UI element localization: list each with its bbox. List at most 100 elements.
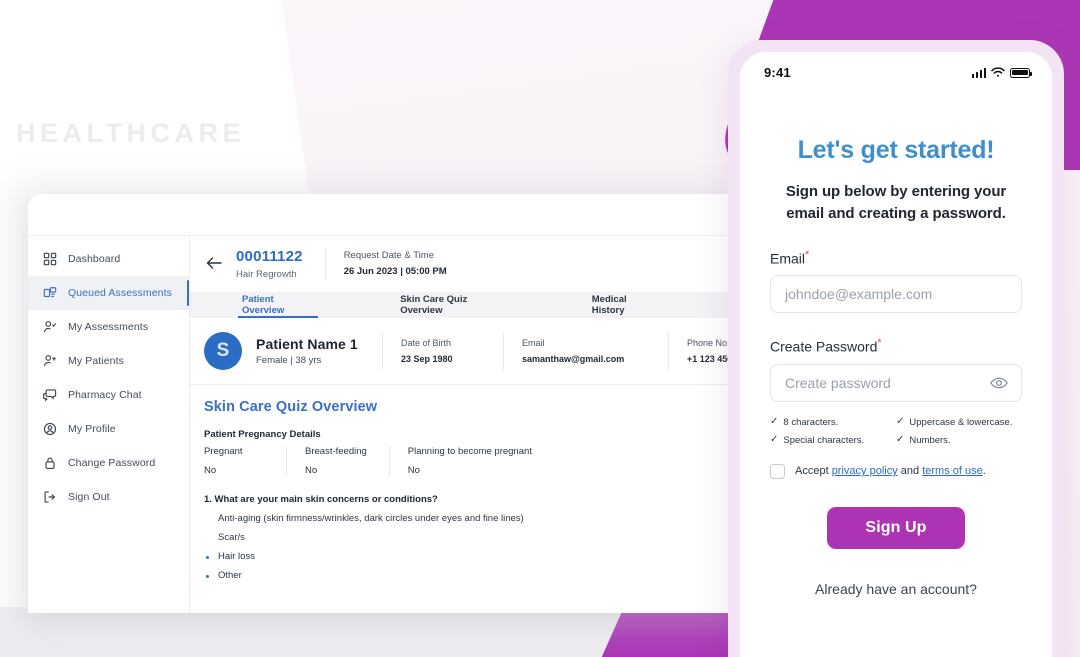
pregnancy-label: Breast-feeding	[305, 445, 367, 457]
sidebar-item-label: My Profile	[68, 423, 116, 435]
grid-icon	[42, 252, 57, 267]
quiz-answer: Other	[204, 570, 740, 581]
password-field[interactable]: Create password	[770, 363, 1022, 402]
accept-terms-row: Accept privacy policy and terms of use.	[770, 463, 1022, 479]
sidebar-item-label: My Assessments	[68, 321, 149, 333]
quiz-question-1: 1. What are your main skin concerns or c…	[204, 493, 438, 505]
tab-patient-overview[interactable]: Patient Overview	[238, 292, 319, 318]
tab-bar: Patient Overview Skin Care Quiz Overview…	[190, 291, 740, 318]
quiz-answer: Anti-aging (skin firmness/wrinkles, dark…	[218, 512, 524, 524]
pregnancy-cell-planning: Planning to become pregnant No	[388, 445, 554, 476]
avatar: S	[204, 331, 242, 370]
tab-skin-care-quiz-overview[interactable]: Skin Care Quiz Overview	[396, 292, 510, 318]
signup-title: Let's get started!	[797, 136, 995, 164]
request-date-label: Request Date & Time	[343, 250, 434, 262]
sidebar-item-change-password[interactable]: Change Password	[28, 446, 189, 480]
accept-suffix: .	[982, 465, 986, 478]
password-rule: ✓ Numbers.	[896, 435, 1022, 446]
patient-field-dob: Date of Birth 23 Sep 1980	[383, 338, 485, 364]
screenshot-root: HEALTHCARE Dashboard Queued Assessments …	[0, 0, 1080, 657]
pregnancy-value: No	[407, 464, 420, 476]
sign-out-icon	[42, 490, 57, 505]
arrow-left-icon[interactable]	[204, 253, 226, 275]
check-icon: ✓	[896, 416, 905, 428]
sidebar-item-my-patients[interactable]: My Patients	[28, 344, 189, 378]
check-icon: ✓	[896, 434, 905, 446]
password-rule: ✓ Special characters.	[770, 435, 896, 446]
check-icon: ✓	[770, 434, 779, 446]
signup-description: Sign up below by entering your email and…	[785, 183, 1007, 222]
main-panel: 00011122 Hair Regrowth Request Date & Ti…	[190, 236, 740, 613]
sidebar-item-my-assessments[interactable]: My Assessments	[28, 310, 189, 344]
sidebar-item-label: Change Password	[68, 457, 156, 469]
sidebar: Dashboard Queued Assessments My Assessme…	[28, 236, 190, 613]
request-treatment: Hair Regrowth	[236, 268, 297, 280]
field-value: samanthaw@gmail.com	[522, 353, 625, 364]
pregnancy-grid: Pregnant No Breast-feeding No Planning t…	[204, 445, 740, 476]
sidebar-item-label: Dashboard	[68, 253, 121, 265]
tab-medical-history[interactable]: Medical History	[588, 292, 662, 318]
sidebar-item-label: Queued Assessments	[68, 287, 172, 299]
password-label-text: Create Password	[770, 338, 878, 355]
patient-name: Patient Name 1	[256, 335, 358, 352]
sidebar-item-pharmacy-chat[interactable]: Pharmacy Chat	[28, 378, 189, 412]
sidebar-item-my-profile[interactable]: My Profile	[28, 412, 189, 446]
privacy-policy-link[interactable]: privacy policy	[832, 465, 898, 477]
quiz-title: Skin Care Quiz Overview	[204, 398, 378, 415]
sign-up-button[interactable]: Sign Up	[827, 506, 965, 549]
healthcare-watermark: HEALTHCARE	[16, 118, 245, 148]
already-have-account-text: Already have an account?	[815, 580, 977, 597]
signup-form: Let's get started! Sign up below by ente…	[740, 136, 1052, 597]
dashboard-topbar	[28, 194, 740, 236]
sidebar-item-label: My Patients	[68, 355, 124, 367]
required-mark: *	[805, 248, 810, 261]
sidebar-item-queued-assessments[interactable]: Queued Assessments	[28, 276, 189, 310]
accept-terms-text: Accept privacy policy and terms of use.	[795, 465, 986, 477]
rule-text: Uppercase & lowercase.	[909, 416, 1013, 428]
pregnancy-heading: Patient Pregnancy Details	[204, 428, 321, 440]
accept-prefix: Accept	[795, 465, 832, 478]
request-id: 00011122	[236, 248, 303, 265]
accept-middle: and	[897, 465, 923, 478]
pregnancy-value: No	[305, 464, 318, 476]
person-check-icon	[42, 320, 57, 335]
pregnancy-label: Planning to become pregnant	[407, 445, 532, 457]
header-divider	[324, 248, 326, 280]
email-label-text: Email	[770, 250, 806, 267]
request-header: 00011122 Hair Regrowth Request Date & Ti…	[190, 236, 740, 292]
terms-of-use-link[interactable]: terms of use	[922, 465, 983, 477]
pregnancy-value: No	[204, 464, 217, 476]
rule-text: Numbers.	[909, 434, 951, 446]
sidebar-item-label: Pharmacy Chat	[68, 389, 142, 401]
rule-text: Special characters.	[783, 434, 865, 446]
pregnancy-cell-breastfeeding: Breast-feeding No	[286, 445, 389, 476]
accept-terms-checkbox[interactable]	[770, 463, 785, 479]
request-id-block: 00011122 Hair Regrowth	[236, 248, 303, 280]
sidebar-item-sign-out[interactable]: Sign Out	[28, 480, 189, 514]
patient-meta: Female | 38 yrs	[256, 354, 322, 366]
required-mark: *	[877, 337, 882, 350]
patient-field-email: Email samanthaw@gmail.com	[504, 338, 650, 364]
password-placeholder: Create password	[785, 374, 891, 391]
pregnancy-label: Pregnant	[204, 445, 243, 457]
signal-bars-icon	[971, 67, 986, 78]
quiz-answer: Scar/s	[218, 531, 245, 543]
sidebar-item-dashboard[interactable]: Dashboard	[28, 242, 189, 276]
pregnancy-cell-pregnant: Pregnant No	[204, 446, 286, 476]
eye-icon[interactable]	[990, 376, 1008, 390]
check-icon: ✓	[770, 416, 779, 428]
battery-full-icon	[1010, 67, 1032, 78]
password-label: Create Password*	[770, 337, 1022, 355]
status-time: 9:41	[764, 65, 791, 80]
field-label: Date of Birth	[401, 337, 452, 348]
phone-screen: 9:41 Let's get started! Sign up below by…	[740, 52, 1052, 657]
profile-circle-icon	[42, 422, 57, 437]
patient-summary-row: S Patient Name 1 Female | 38 yrs Date of…	[190, 318, 740, 385]
password-rules: ✓ 8 characters. ✓ Uppercase & lowercase.…	[770, 417, 1022, 453]
person-add-icon	[42, 354, 57, 369]
password-rule: ✓ Uppercase & lowercase.	[896, 417, 1022, 428]
email-placeholder: johndoe@example.com	[785, 286, 933, 303]
email-field[interactable]: johndoe@example.com	[770, 275, 1022, 314]
sidebar-item-label: Sign Out	[68, 491, 110, 503]
password-rule: ✓ 8 characters.	[770, 417, 896, 428]
